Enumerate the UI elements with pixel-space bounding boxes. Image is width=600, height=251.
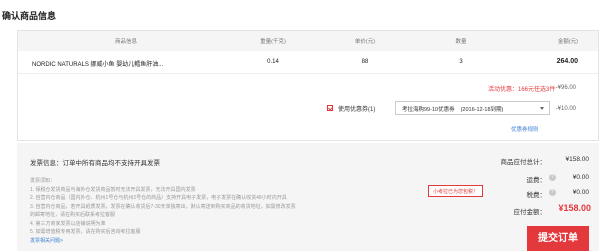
shipping-label: 运费： <box>526 177 547 184</box>
coupon-rules-link[interactable]: 优惠券规则 <box>511 125 539 133</box>
promotion-label: 活动优惠：166元任选3件 <box>488 87 556 93</box>
coupon-discount: -¥10.00 <box>555 106 576 112</box>
help-icon[interactable]: ? <box>549 174 556 181</box>
invoice-note: 5. 如需增值税专用发票，请在购买后咨询考拉客服 <box>30 229 141 235</box>
column-header-amount: 金额(元) <box>557 39 578 45</box>
checkout-footer: 发票信息：订单中所有商品均不支持开具发票 发票须知： 1. 保税仓发货商品与海外… <box>17 143 599 251</box>
total-label: 应付金额： <box>513 209 547 216</box>
page-title: 确认商品信息 <box>2 11 57 21</box>
invoice-note: 4. 第三方商家发票以店铺说明为准 <box>30 220 106 227</box>
table-row: NORDIC NATURALS 挪威小鱼 婴幼儿鳕鱼肝油... 0.14 88 … <box>18 51 598 74</box>
chevron-down-icon <box>540 107 544 110</box>
submit-order-button[interactable]: 提交订单 <box>527 226 589 251</box>
invoice-help-link[interactable]: 发票相关问题> <box>30 237 420 246</box>
subtotal-value: ¥158.00 <box>565 156 590 163</box>
help-icon[interactable]: ? <box>549 189 556 196</box>
table-header: 商品信息 重量(千克) 单价(元) 数量 金额(元) <box>18 31 598 51</box>
column-header-price: 单价(元) <box>354 39 376 45</box>
coupon-checkbox-label: 使用优惠券(1) <box>338 106 376 113</box>
invoice-note: 3. 自营内仓商品，若开具纸质发票，发票在确认收货后7-30天单独寄出，默认寄送… <box>30 203 296 210</box>
product-name[interactable]: NORDIC NATURALS 挪威小鱼 婴幼儿鳕鱼肝油... <box>32 59 163 68</box>
total-value: ¥158.00 <box>558 203 591 213</box>
tax-tip-badge: 小考拉已为您包税！ <box>428 185 484 197</box>
product-weight: 0.14 <box>267 59 279 65</box>
tax-value: ¥0.00 <box>572 189 589 196</box>
order-items-panel: 商品信息 重量(千克) 单价(元) 数量 金额(元) NORDIC NATURA… <box>17 30 599 141</box>
invoice-note: 的邮寄地址，请在购买后联系考拉客服 <box>30 212 116 218</box>
product-price: 88 <box>361 59 369 65</box>
checkbox-checked-icon[interactable] <box>327 105 333 111</box>
tax-label: 税费： <box>526 192 547 199</box>
promotion-discount: -¥96.00 <box>555 85 576 91</box>
shipping-value: ¥0.00 <box>572 174 589 181</box>
invoice-notes-heading: 发票须知： <box>30 178 56 184</box>
coupon-toggle[interactable]: 使用优惠券(1) <box>327 102 375 114</box>
column-header-quantity: 数量 <box>455 39 467 45</box>
coupon-select[interactable]: 考拉海购99-10优惠券 (2016-12-18到期) <box>395 101 550 115</box>
coupon-selected-expiry: (2016-12-18到期) <box>460 107 504 113</box>
invoice-note: 2. 自营内仓商品（国内外仓、杭州1号仓与杭州2号仓的商品）支持开具电子发票，电… <box>30 195 287 201</box>
invoice-notes: 发票须知： 1. 保税仓发货商品与海外仓发货商品暂时无法开具发票，无法开具国内发… <box>30 177 420 245</box>
column-header-product: 商品信息 <box>115 39 138 45</box>
product-quantity: 3 <box>459 59 463 65</box>
column-header-weight: 重量(千克) <box>260 39 286 45</box>
product-amount: 264.00 <box>556 58 578 65</box>
invoice-note: 1. 保税仓发货商品与海外仓发货商品暂时无法开具发票，无法开具国内发票 <box>30 186 196 193</box>
subtotal-label: 商品应付总计： <box>500 159 547 166</box>
coupon-selected-name: 考拉海购99-10优惠券 <box>402 107 455 113</box>
invoice-title: 发票信息：订单中所有商品均不支持开具发票 <box>30 160 160 167</box>
